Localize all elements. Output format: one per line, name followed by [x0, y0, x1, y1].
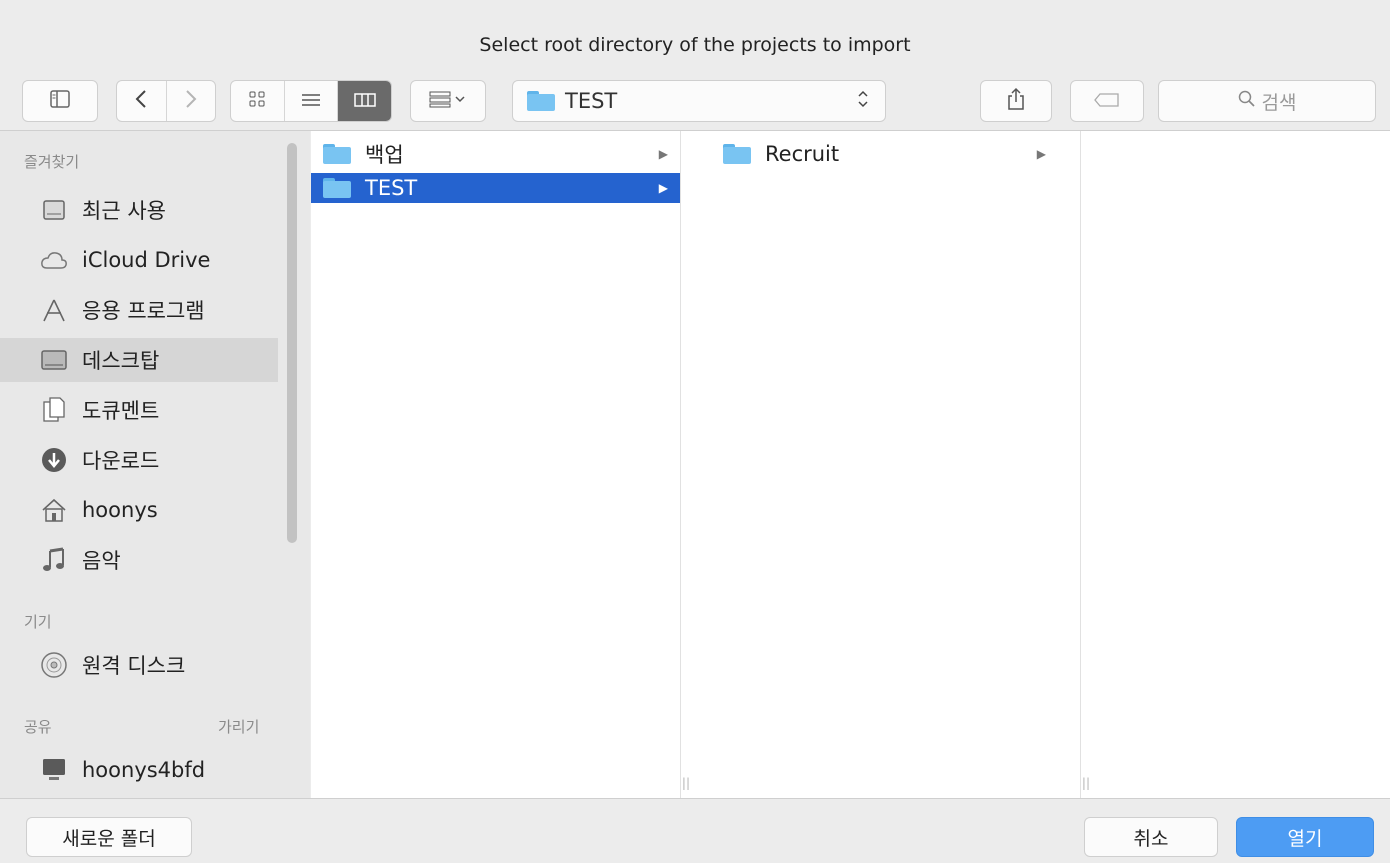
open-panel-dialog: Select root directory of the projects to…	[0, 0, 1390, 863]
sidebar-item-music[interactable]: 음악	[0, 538, 278, 582]
open-button[interactable]: 열기	[1236, 817, 1374, 857]
sidebar-item-label: iCloud Drive	[82, 248, 211, 272]
updown-chevron-icon	[857, 89, 869, 114]
sidebar-item-label: hoonys4bfd	[82, 758, 206, 782]
sidebar-item-remote-disc[interactable]: 원격 디스크	[0, 643, 278, 687]
column-view-button[interactable]	[338, 81, 391, 121]
folder-label: Recruit	[765, 142, 840, 166]
sidebar-item-label: 다운로드	[82, 449, 160, 473]
folder-icon	[323, 178, 351, 198]
music-icon	[40, 546, 68, 574]
magnifier-icon	[1238, 90, 1256, 113]
folder-icon	[527, 91, 555, 111]
chevron-left-icon	[135, 89, 147, 113]
folder-label: 백업	[365, 143, 404, 167]
sidebar-section-favorites: 즐겨찾기	[24, 153, 80, 171]
group-by-button[interactable]	[410, 80, 486, 122]
computer-icon	[40, 756, 68, 784]
sidebar-item-home[interactable]: hoonys	[0, 488, 278, 532]
path-current-label: TEST	[565, 89, 618, 113]
list-view-icon	[301, 92, 321, 111]
icon-view-button[interactable]	[231, 81, 285, 121]
navigation-buttons	[116, 80, 216, 122]
dialog-title: Select root directory of the projects to…	[479, 34, 911, 56]
sidebar-item-downloads[interactable]: 다운로드	[0, 438, 278, 482]
forward-button[interactable]	[167, 81, 216, 121]
sidebar-item-label: 데스크탑	[82, 349, 160, 373]
desktop-icon	[40, 346, 68, 374]
sidebar-toggle-button[interactable]	[22, 80, 98, 122]
footer-divider	[0, 798, 1390, 799]
tag-button[interactable]	[1070, 80, 1144, 122]
share-button[interactable]	[980, 80, 1052, 122]
sidebar: 즐겨찾기 최근 사용 iCloud Drive 응용 프로그램 데스크탑 도큐멘…	[0, 131, 310, 798]
share-icon	[1007, 87, 1025, 116]
group-by-icon	[429, 90, 467, 113]
list-item-folder[interactable]: Recruit ▶	[681, 139, 1080, 169]
sidebar-item-documents[interactable]: 도큐멘트	[0, 388, 278, 432]
folder-icon	[323, 144, 351, 164]
column-view-icon	[353, 92, 376, 111]
icon-view-icon	[249, 91, 265, 111]
cloud-icon	[40, 246, 68, 274]
sidebar-item-label: 최근 사용	[82, 199, 166, 223]
folder-icon	[723, 144, 751, 164]
disclosure-arrow-icon: ▶	[658, 147, 668, 161]
sidebar-item-label: 원격 디스크	[82, 654, 186, 678]
cancel-button[interactable]: 취소	[1084, 817, 1218, 857]
list-item-folder[interactable]: 백업 ▶	[311, 139, 680, 169]
sidebar-item-label: 응용 프로그램	[82, 299, 205, 323]
sidebar-toggle-icon	[50, 89, 70, 113]
home-icon	[40, 496, 68, 524]
tag-icon	[1094, 91, 1120, 112]
disclosure-arrow-icon: ▶	[658, 181, 668, 195]
sidebar-item-label: 도큐멘트	[82, 399, 160, 423]
applications-icon	[40, 296, 68, 324]
browser-column-2: Recruit ▶ ||	[681, 131, 1090, 798]
toolbar: TEST 검색	[0, 72, 1390, 128]
search-field[interactable]: 검색	[1158, 80, 1376, 122]
sidebar-section-devices: 기기	[24, 613, 52, 631]
disclosure-arrow-icon: ▶	[1036, 147, 1046, 161]
view-mode-control	[230, 80, 392, 122]
column-browser: 백업 ▶ TEST ▶ || Recruit ▶ ||	[311, 131, 1390, 798]
downloads-icon	[40, 446, 68, 474]
search-placeholder: 검색	[1261, 91, 1297, 114]
sidebar-hide-shared-link[interactable]: 가리기	[218, 716, 259, 737]
back-button[interactable]	[117, 81, 167, 121]
sidebar-item-icloud-drive[interactable]: iCloud Drive	[0, 238, 278, 282]
documents-icon	[40, 396, 68, 424]
list-item-folder-selected[interactable]: TEST ▶	[311, 173, 680, 203]
browser-column-3	[1081, 131, 1390, 798]
sidebar-item-label: 음악	[82, 549, 121, 573]
sidebar-section-shared: 공유	[24, 718, 52, 736]
sidebar-item-desktop[interactable]: 데스크탑	[0, 338, 278, 382]
disc-icon	[40, 651, 68, 679]
sidebar-scrollbar[interactable]	[287, 143, 297, 543]
recents-icon	[40, 196, 68, 224]
new-folder-button[interactable]: 새로운 폴더	[26, 817, 192, 857]
sidebar-item-shared-computer[interactable]: hoonys4bfd	[0, 748, 278, 792]
list-view-button[interactable]	[285, 81, 339, 121]
browser-column-1: 백업 ▶ TEST ▶ ||	[311, 131, 690, 798]
sidebar-item-applications[interactable]: 응용 프로그램	[0, 288, 278, 332]
folder-label: TEST	[365, 176, 418, 200]
chevron-right-icon	[185, 89, 197, 113]
path-popup[interactable]: TEST	[512, 80, 886, 122]
sidebar-item-recents[interactable]: 최근 사용	[0, 188, 278, 232]
sidebar-item-label: hoonys	[82, 498, 158, 522]
